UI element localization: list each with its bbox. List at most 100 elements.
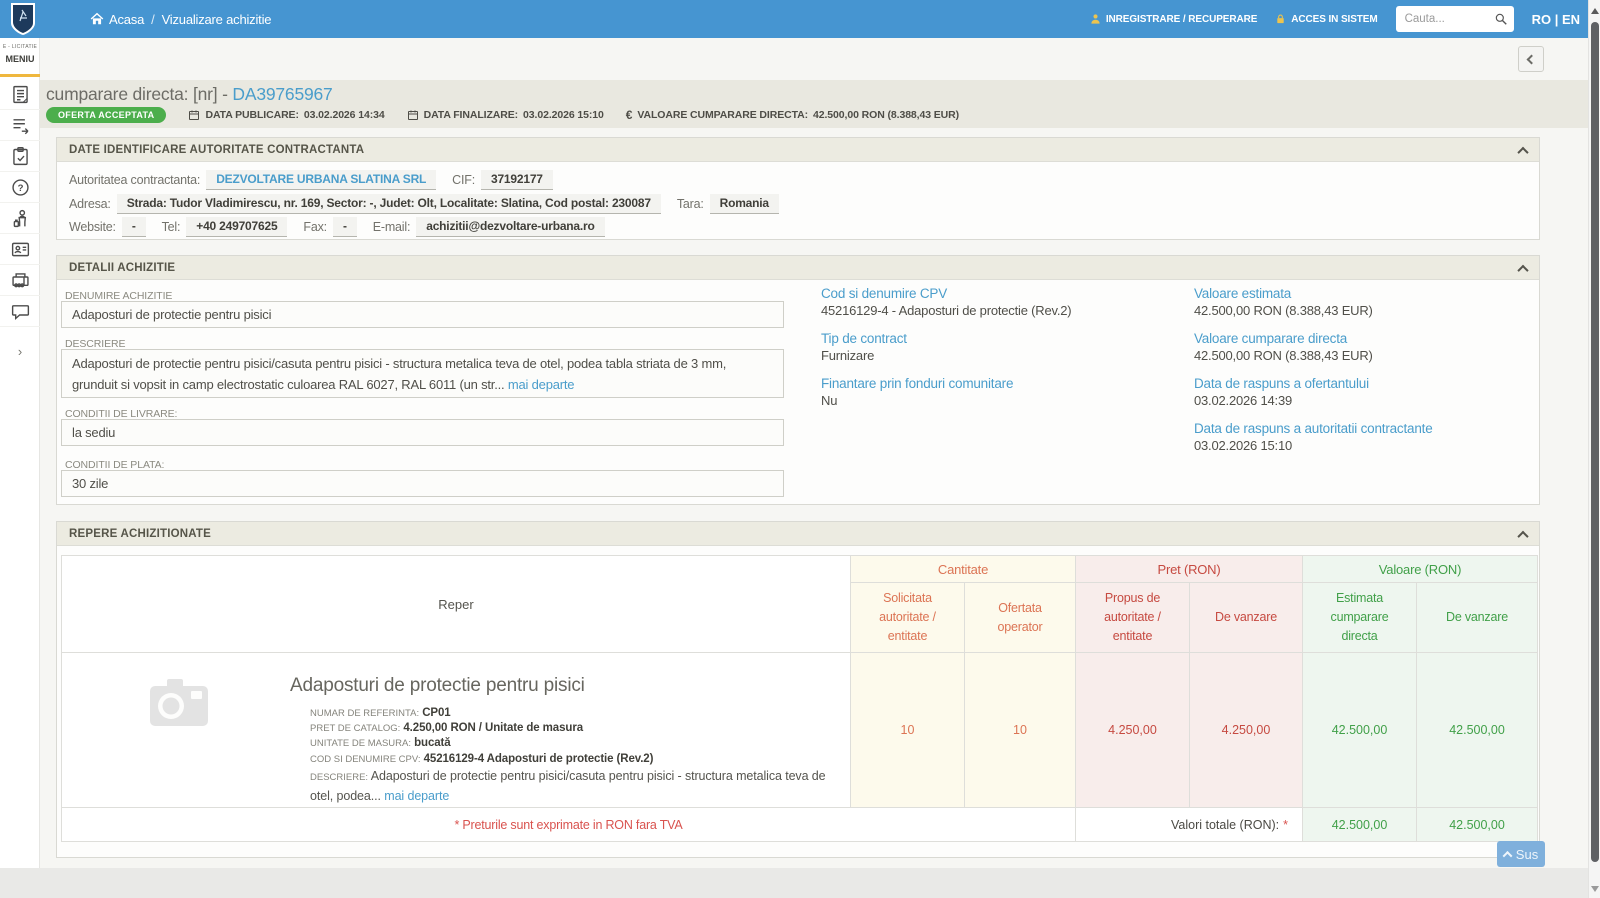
chevron-up-icon [1517, 265, 1528, 276]
search-icon[interactable] [1494, 12, 1508, 26]
sidebar-item-terminal[interactable] [0, 265, 40, 296]
description-more-link[interactable]: mai departe [508, 377, 574, 392]
breadcrumb-current: Vizualizare achizitie [162, 12, 272, 27]
contractor-label: Autoritatea contractanta: [69, 173, 200, 187]
collapse-authority-button[interactable] [1519, 146, 1527, 158]
description-text: Adaposturi de protectie pentru pisici/ca… [72, 356, 726, 392]
total-value-sale: 42.500,00 [1417, 808, 1538, 842]
item-description-more-link[interactable]: mai departe [384, 789, 449, 803]
sidebar-expand-button[interactable]: › [0, 336, 40, 366]
collapse-details-button[interactable] [1519, 264, 1527, 276]
clipboard-check-icon [10, 146, 31, 167]
cif-value: 37192177 [481, 170, 553, 190]
item-cpv-value: 45216129-4 Adaposturi de protectie (Rev.… [424, 753, 654, 765]
scrollbar-thumb[interactable] [1591, 22, 1599, 862]
sidebar-item-plans[interactable] [0, 141, 40, 172]
item-cpv-line: COD SI DENUMIRE CPV: 45216129-4 Adapostu… [310, 752, 845, 767]
sidebar-item-notices[interactable] [0, 79, 40, 110]
estimated-value-label: Valoare estimata [1194, 286, 1534, 301]
access-label: ACCES IN SISTEM [1291, 14, 1377, 25]
contractor-link[interactable]: DEZVOLTARE URBANA SLATINA SRL [206, 170, 436, 190]
direct-value-amount: 42.500,00 RON (8.388,43 EUR) [813, 109, 959, 121]
register-link[interactable]: INREGISTRARE / RECUPERARE [1090, 13, 1257, 25]
sidebar-item-operators[interactable] [0, 203, 40, 234]
name-field[interactable]: Adaposturi de protectie pentru pisici [61, 301, 784, 328]
payment-field[interactable]: 30 zile [61, 470, 784, 497]
sidebar-menu-label: MENIU [0, 54, 40, 64]
collapse-items-button[interactable] [1519, 530, 1527, 542]
cif-label: CIF: [452, 173, 475, 187]
breadcrumb-home-label: Acasa [109, 12, 144, 27]
breadcrumb-separator: / [151, 12, 154, 27]
item-unit-line: UNITATE DE MASURA: bucată [310, 736, 845, 751]
search-box [1396, 6, 1514, 32]
procedures-list-icon [10, 115, 31, 136]
final-date-meta: DATA FINALIZARE: 03.02.2026 15:10 [407, 109, 604, 121]
navbar-actions: INREGISTRARE / RECUPERARE ACCES IN SISTE… [1090, 0, 1580, 38]
breadcrumb-home-link[interactable]: Acasa [90, 12, 144, 27]
item-ref-line: NUMAR DE REFERINTA: CP01 [310, 706, 845, 721]
item-ref-value: CP01 [422, 707, 450, 719]
cpv-label: Cod si denumire CPV [821, 286, 1181, 301]
item-details: NUMAR DE REFERINTA: CP01 PRET DE CATALOG… [310, 706, 845, 805]
home-icon [90, 12, 104, 26]
totals-asterisk: * [1283, 818, 1288, 832]
delivery-field[interactable]: la sediu [61, 419, 784, 446]
publish-date-meta: DATA PUBLICARE: 03.02.2026 14:34 [188, 109, 384, 121]
details-panel-title: DETALII ACHIZITIE [69, 262, 175, 274]
authority-response-value: 03.02.2026 15:10 [1194, 438, 1534, 453]
sidebar-brand: E - LICITATIE [0, 44, 40, 50]
contract-type-value: Furnizare [821, 348, 1181, 363]
item-catalog-price-line: PRET DE CATALOG: 4.250,00 RON / Unitate … [310, 721, 845, 736]
authority-panel: DATE IDENTIFICARE AUTORITATE CONTRACTANT… [56, 137, 1540, 240]
fax-terminal-icon [10, 270, 31, 291]
bidder-response-value: 03.02.2026 14:39 [1194, 393, 1534, 408]
details-panel-header[interactable]: DETALII ACHIZITIE [57, 256, 1539, 280]
total-value-estimated: 42.500,00 [1303, 808, 1417, 842]
authority-panel-header[interactable]: DATE IDENTIFICARE AUTORITATE CONTRACTANT… [57, 138, 1539, 162]
cpv-value: 45216129-4 - Adaposturi de protectie (Re… [821, 303, 1181, 318]
camera-placeholder-icon [147, 673, 211, 731]
item-name: Adaposturi de protectie pentru pisici [290, 675, 585, 697]
item-description-label: DESCRIERE: [310, 772, 368, 783]
economic-operator-icon [10, 208, 31, 229]
access-link[interactable]: ACCES IN SISTEM [1275, 13, 1377, 25]
totals-label-cell: Valori totale (RON):* [1076, 808, 1303, 842]
collapse-panel-button[interactable] [1518, 46, 1544, 72]
sidebar-item-procedures[interactable] [0, 110, 40, 141]
scroll-up-arrow[interactable] [1591, 8, 1599, 14]
breadcrumb: Acasa / Vizualizare achizitie [90, 0, 271, 38]
page-title-code[interactable]: DA39765967 [232, 84, 332, 104]
page-title: cumparare directa: [nr] - DA39765967 [46, 84, 333, 105]
sidebar-item-contacts[interactable] [0, 234, 40, 265]
direct-value-label: VALOARE CUMPARARE DIRECTA: [637, 109, 808, 121]
items-panel: REPERE ACHIZITIONATE Reper Cantitate Pre… [56, 521, 1540, 858]
authority-response-label: Data de raspuns a autoritatii contractan… [1194, 421, 1534, 436]
contract-type-group: Tip de contract Furnizare [821, 331, 1181, 363]
header-meta-row: OFERTA ACCEPTATA DATA PUBLICARE: 03.02.2… [46, 107, 959, 123]
bidder-response-group: Data de raspuns a ofertantului 03.02.202… [1194, 376, 1534, 408]
item-description-line: DESCRIERE: Adaposturi de protectie pentr… [310, 767, 845, 805]
description-field[interactable]: Adaposturi de protectie pentru pisici/ca… [61, 349, 784, 398]
item-unit-label: UNITATE DE MASURA: [310, 738, 411, 749]
cpv-group: Cod si denumire CPV 45216129-4 - Adapost… [821, 286, 1181, 318]
estimated-value-group: Valoare estimata 42.500,00 RON (8.388,43… [1194, 286, 1534, 318]
contact-card-icon [10, 239, 31, 260]
sidebar-item-messages[interactable] [0, 296, 40, 327]
items-panel-header[interactable]: REPERE ACHIZITIONATE [57, 522, 1539, 546]
scroll-down-arrow[interactable] [1591, 886, 1599, 892]
estimated-value-value: 42.500,00 RON (8.388,43 EUR) [1194, 303, 1534, 318]
sidebar-menu: E - LICITATIE MENIU ? [0, 38, 40, 868]
page-title-prefix: cumparare directa: [nr] - [46, 84, 232, 104]
funding-value: Nu [821, 393, 1181, 408]
funding-group: Finantare prin fonduri comunitare Nu [821, 376, 1181, 408]
language-switch[interactable]: RO | EN [1532, 12, 1580, 27]
back-to-top-button[interactable]: Sus [1497, 841, 1545, 867]
sidebar-item-help[interactable]: ? [0, 172, 40, 203]
column-header-qty-offered: Ofertata operator [965, 583, 1076, 653]
vertical-scrollbar[interactable] [1588, 0, 1600, 898]
item-value-sale: 42.500,00 [1417, 653, 1538, 808]
chat-bubble-icon [10, 301, 31, 322]
news-document-icon [10, 84, 31, 105]
bidder-response-label: Data de raspuns a ofertantului [1194, 376, 1534, 391]
